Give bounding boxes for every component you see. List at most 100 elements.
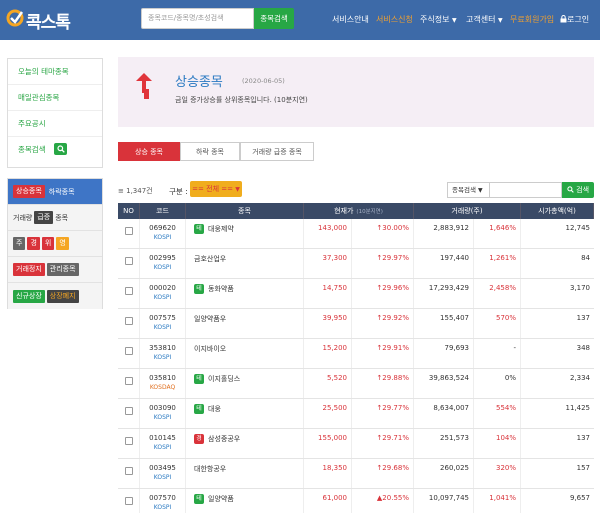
table-row[interactable]: 353810 KOSPI 이지바이오 15,200 ↑29.91% 79,693… <box>118 339 594 369</box>
col-code[interactable]: 코드 <box>140 203 186 219</box>
filter-suspended-tag[interactable]: 거래정지 <box>13 263 45 276</box>
category-select[interactable]: == 전체 == ▼ <box>190 181 242 197</box>
table-row[interactable]: 000020 KOSPI 테 동화약품 14,750 ↑29.96% 17,293… <box>118 279 594 309</box>
table-row[interactable]: 069620 KOSPI 테 대웅제약 143,000 ↑30.00% 2,883… <box>118 219 594 249</box>
stock-name[interactable]: 대한항공우 <box>194 464 226 474</box>
sidebar-item-stock-search[interactable]: 종목검색 <box>8 137 102 163</box>
volume-cell: 2,883,912 <box>414 219 474 248</box>
current-price: 143,000 <box>318 224 347 232</box>
stock-name[interactable]: 동화약품 <box>208 284 234 294</box>
logo[interactable]: 콕스톡 <box>6 7 71 33</box>
table-row[interactable]: 035810 KOSDAQ 테 이지홀딩스 5,520 ↑29.88% 39,86… <box>118 369 594 399</box>
row-checkbox[interactable] <box>125 227 133 235</box>
tab-rise[interactable]: 상승 종목 <box>118 142 180 161</box>
col-no[interactable]: NO <box>118 203 140 219</box>
col-volume[interactable]: 거래량(주) <box>414 203 521 219</box>
row-checkbox[interactable] <box>125 347 133 355</box>
name-wrap: 테 대웅 <box>194 404 221 414</box>
stock-code[interactable]: 003495 <box>140 464 185 472</box>
tab-volume-surge[interactable]: 거래량 급증 종목 <box>240 142 314 161</box>
volume: 155,407 <box>440 314 469 322</box>
table-row[interactable]: 007575 KOSPI 일양약품우 39,950 ↑29.92% 155,40… <box>118 309 594 339</box>
stock-code[interactable]: 069620 <box>140 224 185 232</box>
filter-warning-tag[interactable]: 경 <box>27 237 40 250</box>
filter-rise-tag[interactable]: 상승종목 <box>13 185 45 198</box>
col-cap[interactable]: 시가총액(억) <box>521 203 594 219</box>
stock-code[interactable]: 007570 <box>140 494 185 502</box>
filter-managed-tag[interactable]: 관리종목 <box>46 263 79 276</box>
change-rate: ↑29.96% <box>376 284 409 292</box>
row-checkbox[interactable] <box>125 317 133 325</box>
stock-name[interactable]: 일양약품 <box>208 494 234 504</box>
table-row[interactable]: 002995 KOSPI 금호산업우 37,300 ↑29.97% 197,44… <box>118 249 594 279</box>
sidebar-item-today-theme[interactable]: 오늘의 테마종목 <box>8 59 102 85</box>
sidebar-item-daily-interest[interactable]: 매일관심종목 <box>8 85 102 111</box>
name-cell: 테 일양약품 <box>186 489 304 513</box>
col-name[interactable]: 종목 <box>186 203 304 219</box>
stock-name[interactable]: 이지바이오 <box>194 344 226 354</box>
nav-login[interactable]: 로그인 <box>560 14 589 25</box>
row-checkbox[interactable] <box>125 437 133 445</box>
name-cell: 테 대웅 <box>186 399 304 428</box>
row-checkbox[interactable] <box>125 287 133 295</box>
table-row[interactable]: 003495 KOSPI 대한항공우 18,350 ↑29.68% 260,02… <box>118 459 594 489</box>
nav-stock-info[interactable]: 주식정보 ▼ <box>420 14 457 25</box>
market-cap: 137 <box>576 434 590 442</box>
category-select-value: == 전체 == <box>192 185 233 193</box>
table-row[interactable]: 007570 KOSPI 테 일양약품 61,000 ▲20.55% 10,097… <box>118 489 594 513</box>
nav-free-signup[interactable]: 무료회원가입 <box>510 14 554 25</box>
caret-down-icon: ▼ <box>452 17 457 24</box>
row-checkbox[interactable] <box>125 497 133 505</box>
filter-danger-tag[interactable]: 위 <box>41 237 55 250</box>
stock-code[interactable]: 003090 <box>140 404 185 412</box>
filter-row-volume[interactable]: 거래량 급증 종목 <box>8 205 102 231</box>
stock-name[interactable]: 대웅 <box>208 404 221 414</box>
stock-name[interactable]: 금호산업우 <box>194 254 226 264</box>
current-price: 61,000 <box>322 494 348 502</box>
row-checkbox[interactable] <box>125 407 133 415</box>
filter-new-listing-tag[interactable]: 신규상장 <box>13 289 45 303</box>
code-search-button[interactable]: 검색 <box>562 182 594 198</box>
filter-business-tag[interactable]: 영 <box>56 237 69 250</box>
stock-status-badge: 테 <box>194 494 204 504</box>
row-checkbox[interactable] <box>125 377 133 385</box>
stock-code[interactable]: 000020 <box>140 284 185 292</box>
tab-fall[interactable]: 하락 종목 <box>180 142 240 161</box>
current-price: 14,750 <box>322 284 348 292</box>
stock-name[interactable]: 이지홀딩스 <box>208 374 240 384</box>
stock-code[interactable]: 002995 <box>140 254 185 262</box>
stock-code[interactable]: 353810 <box>140 344 185 352</box>
stock-name[interactable]: 삼성중공우 <box>208 434 240 444</box>
row-checkbox[interactable] <box>125 467 133 475</box>
filter-delisting-tag[interactable]: 상장폐지 <box>46 289 79 303</box>
code-search-input[interactable] <box>490 182 562 198</box>
market-label: KOSPI <box>153 324 172 331</box>
filter-fall-link[interactable]: 하락종목 <box>49 187 75 197</box>
search-icon <box>567 186 574 193</box>
stock-code[interactable]: 035810 <box>140 374 185 382</box>
cap-cell: 137 <box>521 429 594 458</box>
stock-search-input[interactable]: 종목코드/종목명/초성검색 <box>141 8 254 29</box>
filter-caution-tag[interactable]: 주 <box>13 237 26 250</box>
market-label: KOSPI <box>153 444 172 451</box>
row-checkbox[interactable] <box>125 257 133 265</box>
col-price[interactable]: 현재가 (10분지연) <box>304 203 414 219</box>
search-type-select[interactable]: 종목검색 ▼ <box>447 182 490 198</box>
volume: 197,440 <box>440 254 469 262</box>
table-row[interactable]: 003090 KOSPI 테 대웅 25,500 ↑29.77% 8,634,00… <box>118 399 594 429</box>
table-row[interactable]: 010145 KOSPI 경 삼성중공우 155,000 ↑29.71% 251,… <box>118 429 594 459</box>
cap-cell: 157 <box>521 459 594 488</box>
stock-search-button[interactable]: 종목검색 <box>254 8 294 29</box>
stock-name[interactable]: 대웅제약 <box>208 224 234 234</box>
nav-login-label: 로그인 <box>567 15 590 24</box>
nav-service-info[interactable]: 서비스안내 <box>332 14 369 25</box>
volume: 39,863,524 <box>428 374 469 382</box>
sidebar-item-disclosure[interactable]: 주요공시 <box>8 111 102 137</box>
stock-name[interactable]: 일양약품우 <box>194 314 226 324</box>
nav-service-apply[interactable]: 서비스신청 <box>376 14 413 25</box>
stock-code[interactable]: 010145 <box>140 434 185 442</box>
nav-customer-center[interactable]: 고객센터 ▼ <box>466 14 503 25</box>
stock-code[interactable]: 007575 <box>140 314 185 322</box>
volume-change: 0% <box>504 374 516 382</box>
change-rate: ↑29.88% <box>376 374 409 382</box>
